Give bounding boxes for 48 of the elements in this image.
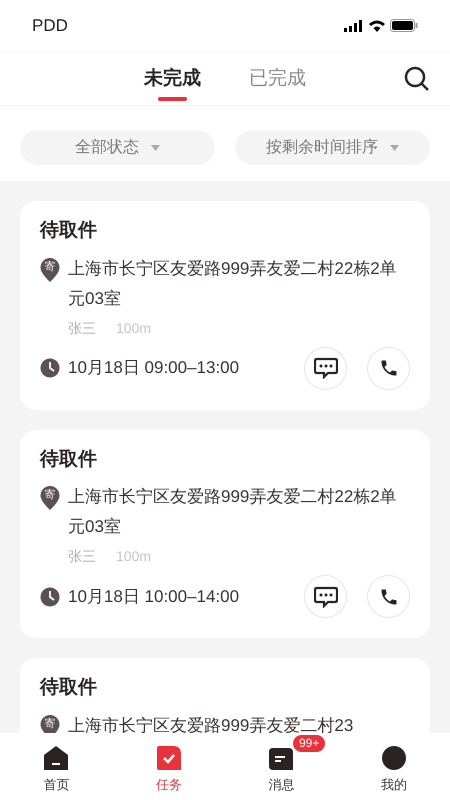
nav-item[interactable]: 首页 — [0, 733, 112, 800]
call-button[interactable] — [367, 346, 410, 390]
caret-icon — [151, 144, 160, 150]
chat-button[interactable] — [304, 575, 347, 618]
tab[interactable]: 未完成 — [144, 56, 201, 100]
signal-icon — [344, 20, 364, 32]
call-button[interactable] — [367, 575, 410, 618]
time-window: 10月18日 09:00–13:00 — [68, 355, 296, 381]
send-pin-icon: 寄 — [40, 714, 60, 733]
address-text: 上海市长宁区友爱路999弄友爱二村22栋2单元03室 — [68, 258, 398, 310]
unread-badge: 99+ — [293, 735, 326, 752]
home-icon — [43, 745, 70, 771]
clock-icon — [40, 358, 60, 378]
nav-item[interactable]: 任务 — [112, 733, 225, 800]
checkmark-icon — [156, 745, 182, 771]
chat-icon — [314, 357, 338, 379]
distance-text: 100m — [116, 318, 152, 338]
task-card[interactable]: 待取件 寄 上海市长宁区友爱路999弄友爱二村22栋2单元03室 张三 100m 10月18日 10:00–14:00 — [20, 430, 430, 638]
send-pin-icon: 寄 — [40, 486, 60, 510]
chat-button[interactable] — [304, 346, 347, 390]
address-text: 上海市长宁区友爱路999弄友爱二村22栋2单元03室 — [68, 486, 398, 538]
nav-item[interactable]: 我的 — [338, 733, 450, 800]
task-status: 待取件 — [40, 219, 98, 243]
nav-item[interactable]: 消息 99+ — [225, 733, 338, 800]
battery-icon — [390, 19, 418, 32]
wifi-icon — [368, 19, 386, 32]
task-status: 待取件 — [40, 448, 98, 472]
task-status: 待取件 — [40, 676, 98, 700]
filter-dropdown[interactable]: 全部状态 — [20, 130, 215, 165]
chat-icon — [314, 586, 338, 608]
caret-icon — [390, 144, 399, 150]
distance-text: 100m — [116, 547, 152, 566]
address-text: 上海市长宁区友爱路999弄友爱二村23 — [68, 714, 354, 733]
send-pin-icon: 寄 — [40, 258, 60, 282]
time-window: 10月18日 10:00–14:00 — [68, 584, 296, 610]
task-card[interactable]: 待取件 寄 上海市长宁区友爱路999弄友爱二村22栋2单元03室 张三 100m 10月18日 09:00–13:00 — [20, 201, 430, 410]
filter-dropdown[interactable]: 按剩余时间排序 — [235, 130, 430, 165]
message-icon — [268, 745, 294, 771]
profile-icon — [380, 745, 407, 771]
task-card[interactable]: 待取件 寄 上海市长宁区友爱路999弄友爱二村23 — [20, 658, 430, 733]
carrier-text: PDD — [32, 14, 68, 37]
search-icon[interactable] — [404, 66, 430, 92]
phone-icon — [378, 586, 398, 606]
contact-name: 张三 — [68, 318, 96, 338]
contact-name: 张三 — [68, 547, 96, 566]
clock-icon — [40, 586, 60, 606]
tab[interactable]: 已完成 — [249, 56, 306, 100]
phone-icon — [378, 358, 398, 378]
